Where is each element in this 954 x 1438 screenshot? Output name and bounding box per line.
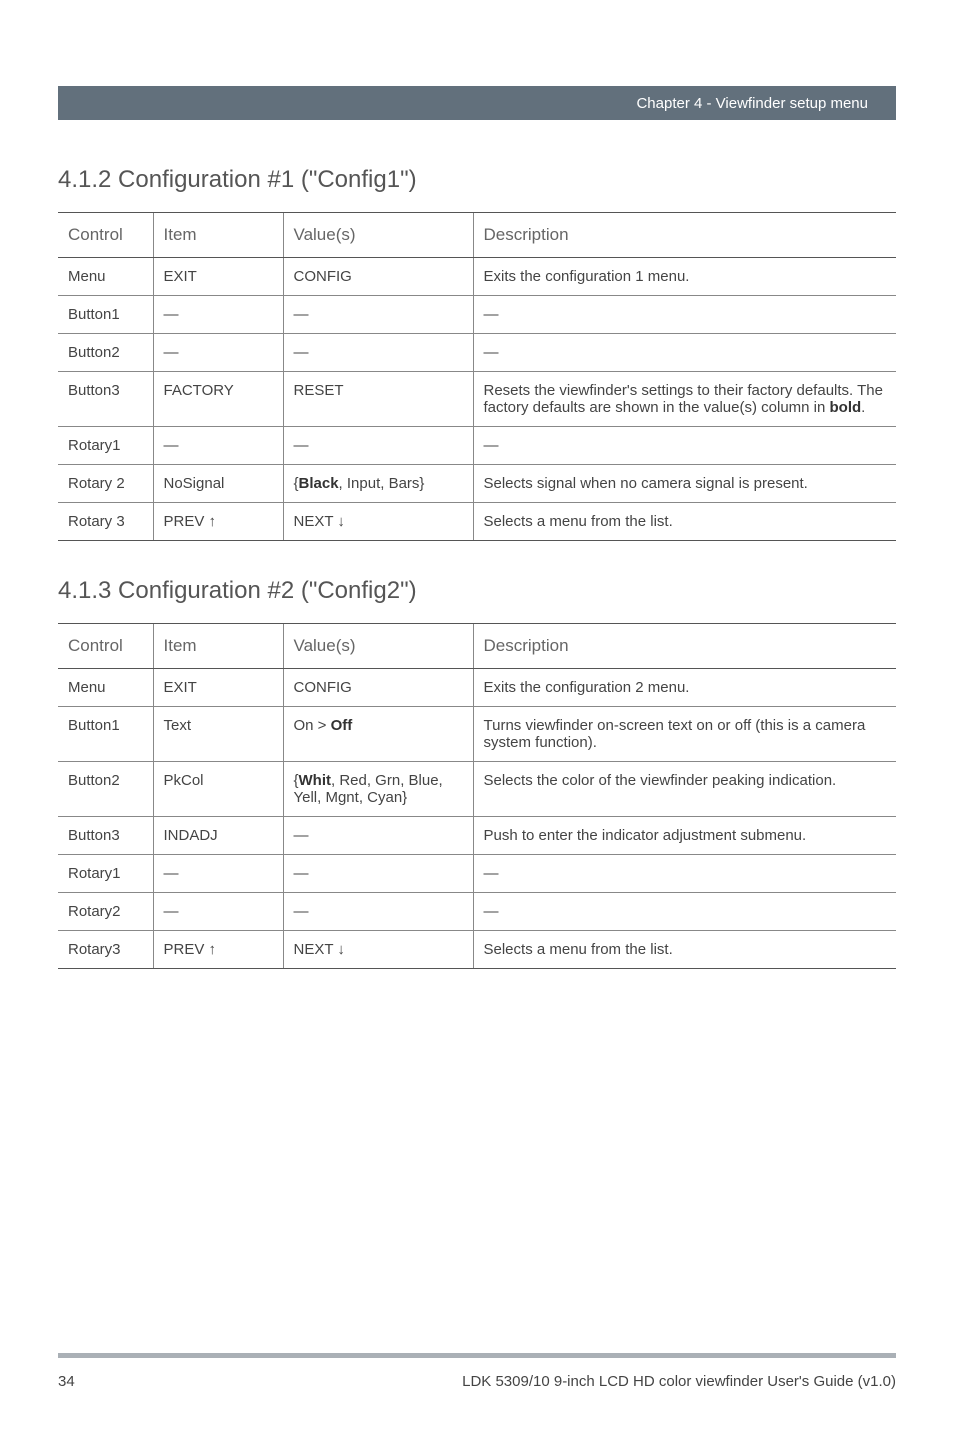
cell-item: — — [153, 334, 283, 372]
cell-desc: Selects signal when no camera signal is … — [473, 465, 896, 503]
cell-item: — — [153, 855, 283, 893]
cell-desc: — — [473, 296, 896, 334]
table-row: Button2 — — — — [58, 334, 896, 372]
cell-item: — — [153, 427, 283, 465]
cell-control: Rotary1 — [58, 427, 153, 465]
cell-desc: — — [473, 893, 896, 931]
cell-value: — — [283, 427, 473, 465]
col-control: Control — [58, 213, 153, 258]
cell-control: Rotary 3 — [58, 503, 153, 541]
cell-value: CONFIG — [283, 258, 473, 296]
cell-desc: — — [473, 855, 896, 893]
col-desc: Description — [473, 624, 896, 669]
cell-item: NoSignal — [153, 465, 283, 503]
table-header-row: Control Item Value(s) Description — [58, 213, 896, 258]
cell-item: — — [153, 296, 283, 334]
table-row: Rotary 3 PREV ↑ NEXT ↓ Selects a menu fr… — [58, 503, 896, 541]
table-row: Rotary1 — — — — [58, 427, 896, 465]
cell-value: — — [283, 817, 473, 855]
table-row: Rotary3 PREV ↑ NEXT ↓ Selects a menu fro… — [58, 931, 896, 969]
table-row: Button1 Text On > Off Turns viewfinder o… — [58, 707, 896, 762]
desc-text: Resets the viewfinder's settings to thei… — [484, 382, 883, 416]
cell-desc: Push to enter the indicator adjustment s… — [473, 817, 896, 855]
cell-value: — — [283, 855, 473, 893]
cell-control: Menu — [58, 258, 153, 296]
section2-title: 4.1.3 Configuration #2 ("Config2") — [58, 577, 896, 605]
table-row: Button3 INDADJ — Push to enter the indic… — [58, 817, 896, 855]
page-content: 4.1.2 Configuration #1 ("Config1") Contr… — [0, 120, 954, 969]
table-row: Rotary2 — — — — [58, 893, 896, 931]
col-control: Control — [58, 624, 153, 669]
cell-desc: Turns viewfinder on-screen text on or of… — [473, 707, 896, 762]
cell-control: Button1 — [58, 707, 153, 762]
cell-desc: Exits the configuration 2 menu. — [473, 669, 896, 707]
cell-control: Rotary1 — [58, 855, 153, 893]
cell-control: Rotary2 — [58, 893, 153, 931]
col-item: Item — [153, 213, 283, 258]
cell-control: Button2 — [58, 334, 153, 372]
cell-control: Menu — [58, 669, 153, 707]
col-item: Item — [153, 624, 283, 669]
doc-title: LDK 5309/10 9-inch LCD HD color viewfind… — [462, 1373, 896, 1390]
value-bold: Whit — [299, 772, 331, 789]
cell-control: Button3 — [58, 372, 153, 427]
col-value: Value(s) — [283, 624, 473, 669]
cell-item: PkCol — [153, 762, 283, 817]
cell-item: FACTORY — [153, 372, 283, 427]
col-desc: Description — [473, 213, 896, 258]
cell-item: Text — [153, 707, 283, 762]
config2-table: Control Item Value(s) Description Menu E… — [58, 623, 896, 969]
cell-value: NEXT ↓ — [283, 931, 473, 969]
table-row: Menu EXIT CONFIG Exits the configuration… — [58, 258, 896, 296]
desc-bold: bold — [830, 399, 862, 416]
chapter-header: Chapter 4 - Viewfinder setup menu — [58, 86, 896, 120]
cell-value: NEXT ↓ — [283, 503, 473, 541]
cell-desc: Resets the viewfinder's settings to thei… — [473, 372, 896, 427]
cell-value: — — [283, 296, 473, 334]
cell-value: — — [283, 334, 473, 372]
cell-control: Rotary3 — [58, 931, 153, 969]
cell-item: EXIT — [153, 258, 283, 296]
page-footer: 34 LDK 5309/10 9-inch LCD HD color viewf… — [58, 1373, 896, 1390]
cell-desc: — — [473, 427, 896, 465]
value-text: , Input, Bars} — [339, 475, 425, 492]
cell-value: {Black, Input, Bars} — [283, 465, 473, 503]
config1-table: Control Item Value(s) Description Menu E… — [58, 212, 896, 541]
value-bold: Off — [331, 717, 353, 734]
cell-value: CONFIG — [283, 669, 473, 707]
cell-item: INDADJ — [153, 817, 283, 855]
section1-title: 4.1.2 Configuration #1 ("Config1") — [58, 166, 896, 194]
cell-control: Button2 — [58, 762, 153, 817]
cell-value: RESET — [283, 372, 473, 427]
cell-control: Button1 — [58, 296, 153, 334]
value-text: On > — [294, 717, 331, 734]
cell-desc: Selects a menu from the list. — [473, 503, 896, 541]
table-row: Menu EXIT CONFIG Exits the configuration… — [58, 669, 896, 707]
cell-control: Button3 — [58, 817, 153, 855]
cell-desc: — — [473, 334, 896, 372]
cell-item: PREV ↑ — [153, 503, 283, 541]
cell-desc: Selects the color of the viewfinder peak… — [473, 762, 896, 817]
chapter-title: Chapter 4 - Viewfinder setup menu — [636, 95, 868, 112]
desc-text: . — [861, 399, 865, 416]
col-value: Value(s) — [283, 213, 473, 258]
table-row: Button2 PkCol {Whit, Red, Grn, Blue, Yel… — [58, 762, 896, 817]
cell-value: {Whit, Red, Grn, Blue, Yell, Mgnt, Cyan} — [283, 762, 473, 817]
footer-rule — [58, 1353, 896, 1358]
table-row: Rotary 2 NoSignal {Black, Input, Bars} S… — [58, 465, 896, 503]
table-row: Button3 FACTORY RESET Resets the viewfin… — [58, 372, 896, 427]
cell-desc: Selects a menu from the list. — [473, 931, 896, 969]
cell-value: On > Off — [283, 707, 473, 762]
cell-control: Rotary 2 — [58, 465, 153, 503]
cell-item: EXIT — [153, 669, 283, 707]
value-bold: Black — [299, 475, 339, 492]
cell-item: PREV ↑ — [153, 931, 283, 969]
cell-value: — — [283, 893, 473, 931]
page-number: 34 — [58, 1373, 75, 1390]
table-row: Rotary1 — — — — [58, 855, 896, 893]
table-header-row: Control Item Value(s) Description — [58, 624, 896, 669]
table-row: Button1 — — — — [58, 296, 896, 334]
cell-desc: Exits the configuration 1 menu. — [473, 258, 896, 296]
cell-item: — — [153, 893, 283, 931]
